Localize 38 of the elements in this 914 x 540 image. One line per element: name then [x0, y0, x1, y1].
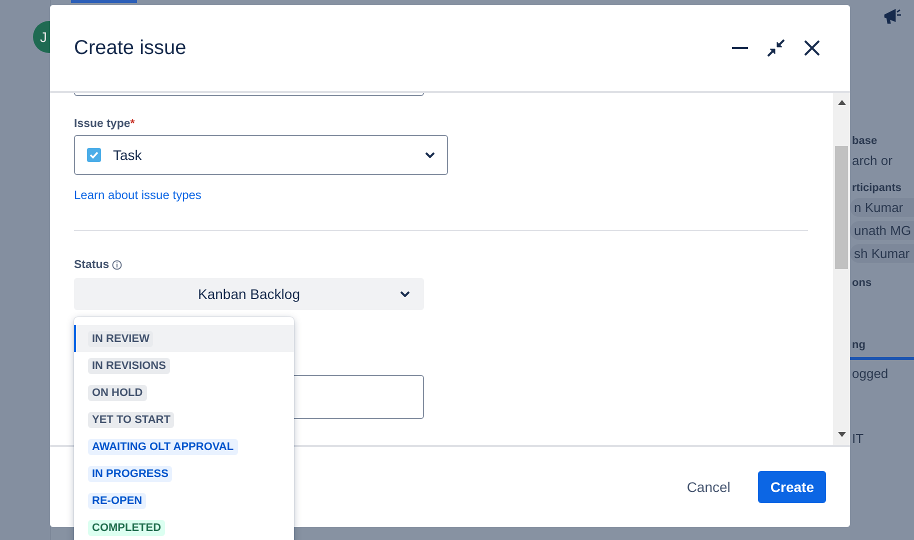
status-select[interactable]: Kanban Backlog	[74, 278, 424, 310]
background-text: arch or	[851, 153, 894, 168]
status-option[interactable]: ON HOLD	[74, 379, 294, 406]
chevron-down-icon	[425, 152, 435, 158]
background-text: rticipants	[851, 182, 903, 194]
scrollbar[interactable]	[833, 93, 850, 445]
create-button[interactable]: Create	[758, 471, 826, 503]
info-icon[interactable]	[112, 260, 122, 270]
tab-indicator	[71, 0, 137, 3]
background-text: ons	[851, 277, 873, 289]
status-option[interactable]: AWAITING OLT APPROVAL	[74, 433, 294, 460]
field-label: Status	[74, 259, 110, 271]
status-option[interactable]: IN REVISIONS	[74, 352, 294, 379]
status-option[interactable]: IN REVIEW	[74, 325, 294, 352]
background-text: sh Kumar	[850, 244, 914, 263]
issue-type-select[interactable]: Task	[74, 135, 448, 175]
status-option[interactable]: YET TO START	[74, 406, 294, 433]
status-option[interactable]: COMPLETED	[74, 514, 294, 540]
background-text: ogged	[851, 366, 890, 381]
cancel-button[interactable]: Cancel	[674, 471, 742, 503]
text-field[interactable]	[74, 93, 424, 96]
scroll-down-icon[interactable]	[838, 432, 846, 437]
collapse-icon[interactable]	[766, 38, 786, 58]
background-text: n Kumar	[850, 198, 914, 217]
scroll-thumb[interactable]	[835, 146, 848, 269]
close-icon[interactable]	[804, 40, 820, 56]
dialog-title: Create issue	[74, 36, 186, 60]
megaphone-icon[interactable]	[883, 7, 901, 25]
minimize-icon[interactable]	[732, 46, 748, 50]
field-label: Issue type*	[74, 118, 136, 130]
status-option[interactable]: IN PROGRESS	[74, 460, 294, 487]
status-option[interactable]: RE-OPEN	[74, 487, 294, 514]
background-text: IT	[851, 431, 865, 446]
scroll-up-icon[interactable]	[838, 100, 846, 105]
background-text: unath MG	[850, 221, 914, 240]
background-text: base	[851, 135, 878, 147]
help-link[interactable]: Learn about issue types	[74, 188, 202, 202]
chevron-down-icon	[400, 291, 410, 297]
